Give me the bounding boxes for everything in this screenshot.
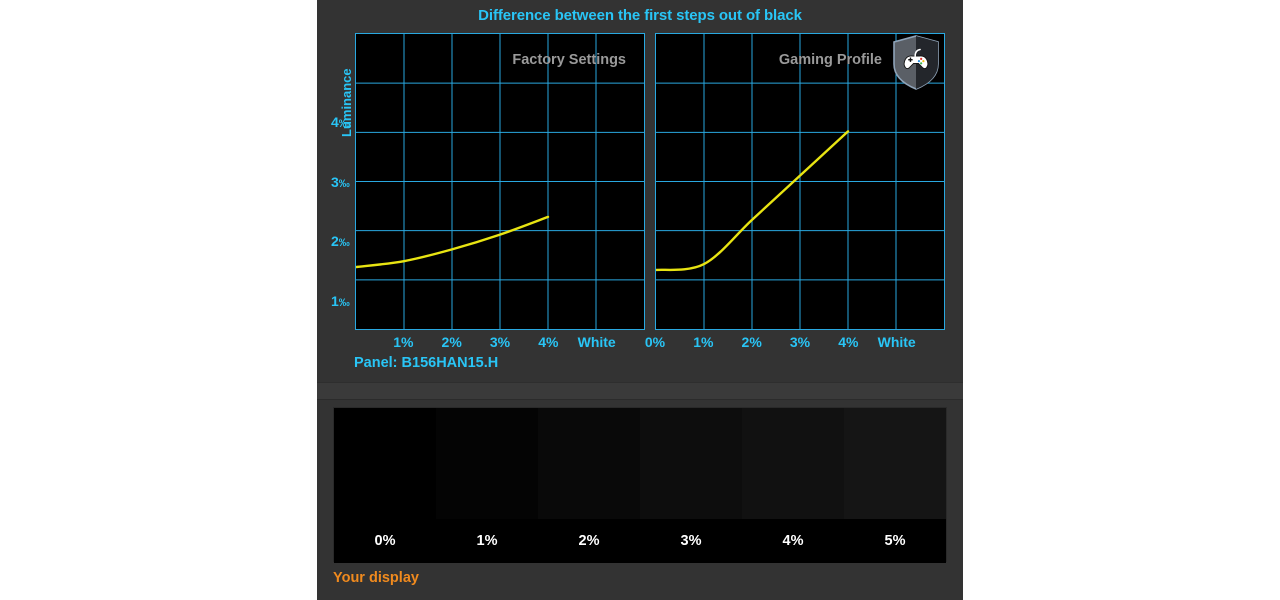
section-divider — [317, 382, 963, 400]
x-axis-tick: 3% — [489, 334, 511, 350]
x-axis-tick: White — [577, 334, 616, 350]
chart-gaming-profile[interactable]: Gaming Profile — [655, 33, 945, 330]
gradient-band — [640, 408, 742, 519]
gradient-bands — [334, 408, 946, 519]
gradient-band — [334, 408, 436, 519]
x-axis-tick: 4% — [838, 334, 859, 350]
x-axis-tick: 1% — [693, 334, 714, 350]
gradient-band-label: 2% — [578, 533, 600, 549]
gradient-band-label: 5% — [884, 533, 906, 549]
x-axis-left: 1% 2% 3% 4% White — [355, 333, 645, 351]
gradient-band — [742, 408, 844, 519]
black-level-gradient-strip[interactable]: 0% 1% 2% 3% 4% 5% — [333, 407, 947, 563]
x-axis-right: 0% 1% 2% 3% 4% White — [645, 333, 945, 351]
chart-caption: Factory Settings — [512, 52, 626, 68]
chart-curve — [356, 215, 550, 269]
gradient-band — [436, 408, 538, 519]
chart-caption: Gaming Profile — [778, 52, 882, 68]
x-axis-tick: 3% — [789, 334, 811, 350]
x-axis-tick: 2% — [441, 334, 462, 350]
gradient-band — [844, 408, 946, 519]
gradient-band — [538, 408, 640, 519]
your-display-label: Your display — [333, 570, 419, 586]
gradient-band-labels: 0% 1% 2% 3% 4% 5% — [334, 519, 946, 563]
gamepad-shield-icon — [893, 35, 939, 90]
page-title: Difference between the first steps out o… — [478, 7, 802, 24]
chart-factory-settings[interactable]: Factory Settings — [355, 33, 645, 330]
gradient-band-label: 4% — [782, 533, 804, 549]
x-axis-tick: 4% — [538, 334, 559, 350]
panel-model-label: Panel: B156HAN15.H — [354, 355, 499, 371]
x-axis-tick: 2% — [741, 334, 762, 350]
gradient-band-label: 0% — [374, 533, 396, 549]
gradient-band-label: 3% — [680, 533, 702, 549]
y-axis-label: Luminance — [339, 68, 354, 138]
display-test-panel: Difference between the first steps out o… — [317, 0, 963, 600]
charts-region: Luminance 1‰ 2‰ 3‰ 4‰ Factory Settings Gami… — [317, 30, 963, 380]
x-axis-tick: White — [877, 334, 916, 350]
gradient-band-label: 1% — [476, 533, 498, 549]
x-axis-tick: 1% — [393, 334, 414, 350]
x-axis-tick: 0% — [644, 334, 666, 350]
